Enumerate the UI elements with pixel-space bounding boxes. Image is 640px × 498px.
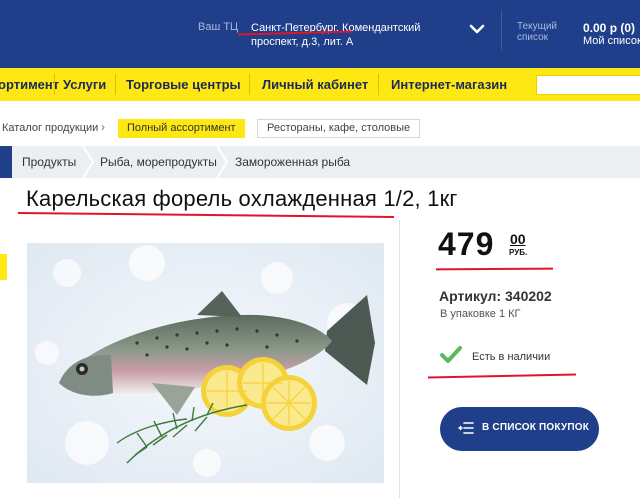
price-decimal: 00 (510, 231, 526, 247)
chevron-right-icon: › (101, 120, 105, 134)
check-icon (440, 346, 462, 363)
breadcrumb-frozen-fish[interactable]: Замороженная рыба (235, 155, 350, 169)
current-list-text: Текущий список (517, 21, 557, 43)
catalog-label[interactable]: Каталог продукции (2, 122, 98, 134)
fish-photo (27, 243, 384, 483)
stock-status: Есть в наличии (472, 351, 551, 363)
column-divider (399, 220, 400, 498)
list-add-icon (458, 422, 474, 434)
price-currency: РУБ. (509, 248, 528, 257)
main-nav: ортимент Услуги Торговые центры Личный к… (0, 68, 640, 101)
price-integer: 479 (438, 226, 495, 262)
header-divider (501, 10, 502, 50)
nav-item-online-store[interactable]: Интернет-магазин (391, 77, 507, 92)
breadcrumb-products[interactable]: Продукты (22, 155, 76, 169)
nav-item-services[interactable]: Услуги (63, 77, 106, 92)
nav-separator (249, 74, 250, 95)
nav-separator (378, 74, 379, 95)
chevron-down-icon[interactable] (468, 22, 486, 36)
search-input[interactable] (536, 75, 640, 95)
breadcrumb-separator-icon (216, 146, 228, 178)
side-tab[interactable] (0, 254, 7, 280)
nav-item-malls[interactable]: Торговые центры (126, 77, 241, 92)
current-list-label[interactable]: Текущий список (517, 21, 565, 43)
breadcrumb: Продукты Рыба, морепродукты Замороженная… (0, 146, 640, 178)
breadcrumb-separator-icon (82, 146, 94, 178)
annotation-underline-title (17, 212, 395, 218)
chip-full-assortment[interactable]: Полный ассортимент (118, 119, 245, 138)
nav-separator (54, 74, 55, 95)
your-tc-label: Ваш ТЦ (198, 21, 239, 33)
my-list-link[interactable]: Мой список (583, 35, 640, 47)
annotation-underline-price (435, 267, 554, 271)
add-to-list-label: В СПИСОК ПОКУПОК (482, 422, 590, 433)
nav-item-account[interactable]: Личный кабинет (262, 77, 368, 92)
page-title: Карельская форель охлажденная 1/2, 1кг (26, 186, 458, 211)
nav-separator (115, 74, 116, 95)
cart-total[interactable]: 0.00 р (0) (583, 21, 635, 35)
nav-item-assortment[interactable]: ортимент (0, 77, 59, 92)
pack-size: В упаковке 1 КГ (440, 308, 521, 320)
annotation-underline-stock (427, 373, 577, 379)
top-header: Ваш ТЦ Санкт-Петербург, Комендантский пр… (0, 0, 640, 68)
breadcrumb-fish[interactable]: Рыба, морепродукты (100, 155, 217, 169)
add-to-list-button[interactable]: В СПИСОК ПОКУПОК (440, 407, 599, 451)
breadcrumb-accent (0, 146, 12, 178)
store-address[interactable]: Санкт-Петербург, Комендантский проспект,… (251, 21, 441, 49)
chip-horeca[interactable]: Рестораны, кафе, столовые (257, 119, 421, 138)
article-number: Артикул: 340202 (439, 288, 552, 304)
